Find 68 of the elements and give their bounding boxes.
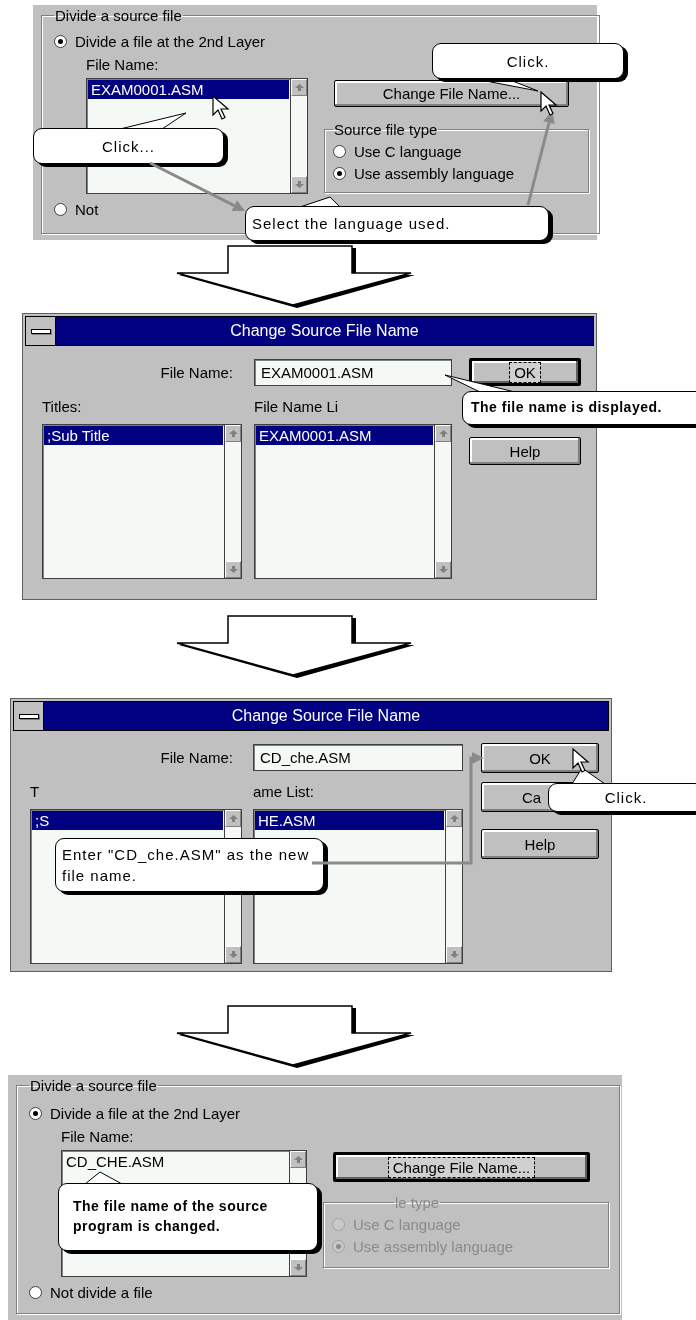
radio-button[interactable]: [29, 1106, 42, 1120]
radio-button[interactable]: [54, 34, 67, 48]
group-label: Divide a source file: [54, 7, 183, 24]
scroll-down-button[interactable]: [435, 561, 451, 578]
dialog-button[interactable]: Help: [481, 829, 599, 859]
mouse-cursor-icon: [212, 95, 230, 121]
up-arrow-icon: [294, 84, 304, 91]
scroll-up-button[interactable]: [291, 79, 307, 96]
scroll-up-button[interactable]: [225, 425, 241, 442]
scroll-up-button[interactable]: [225, 810, 241, 827]
list-item[interactable]: HE.ASM: [255, 811, 444, 830]
down-arrow-icon: [449, 951, 459, 958]
up-arrow-icon: [438, 430, 448, 437]
radio-label: Use C language: [354, 142, 462, 160]
up-arrow-icon: [293, 1156, 303, 1163]
list-item[interactable]: ;S: [32, 811, 223, 830]
group-label: Divide a source file: [29, 1077, 158, 1094]
list-item[interactable]: EXAM0001.ASM: [88, 80, 289, 99]
radio-button[interactable]: [29, 1285, 42, 1299]
scroll-up-button[interactable]: [290, 1151, 306, 1168]
mouse-cursor-icon: [540, 91, 558, 117]
list-item[interactable]: EXAM0001.ASM: [256, 426, 433, 445]
list-label: T: [30, 783, 40, 802]
dialog-button[interactable]: Help: [469, 437, 581, 465]
dash-icon: [18, 713, 39, 719]
list-label: File Name Li: [254, 398, 339, 417]
file-name-field[interactable]: CD_che.ASM: [253, 744, 463, 771]
list-label: ame List:: [253, 783, 314, 802]
change-file-name-button[interactable]: Change File Name...: [334, 80, 569, 107]
list-label: Titles:: [42, 398, 82, 417]
scroll-up-button[interactable]: [446, 810, 462, 827]
radio-label: Not divide a file: [50, 1283, 153, 1301]
down-arrow-icon: [228, 951, 238, 958]
file-name-field[interactable]: EXAM0001.ASM: [254, 359, 452, 386]
change-file-name-button[interactable]: Change File Name...: [333, 1152, 590, 1182]
group-label: Source file type: [333, 121, 439, 138]
field-label: File Name:: [160, 364, 233, 381]
list-item[interactable]: CD_CHE.ASM: [63, 1152, 288, 1171]
window-title: Change Source File Name: [230, 322, 419, 340]
window-title: Change Source File Name: [231, 707, 421, 725]
scroll-up-button[interactable]: [435, 425, 451, 442]
field-label: File Name:: [86, 56, 159, 75]
down-arrow-icon: [438, 566, 448, 573]
scroll-down-button[interactable]: [446, 946, 462, 963]
radio-button[interactable]: [333, 144, 346, 158]
field-label: File Name:: [61, 1128, 134, 1147]
radio-label: Divide a file at the 2nd Layer: [50, 1104, 241, 1122]
up-arrow-icon: [228, 815, 238, 822]
up-arrow-icon: [449, 815, 459, 822]
dialog-button[interactable]: OK: [481, 743, 599, 773]
scroll-down-button[interactable]: [291, 176, 307, 193]
mouse-cursor-icon: [572, 748, 590, 774]
field-label: File Name:: [160, 749, 233, 766]
scroll-down-button[interactable]: [225, 946, 241, 963]
down-arrow-icon: [228, 566, 238, 573]
radio-button[interactable]: [333, 166, 346, 180]
radio-label: Not: [75, 200, 99, 218]
radio-label: Use assembly language: [354, 164, 515, 182]
down-arrow-icon: [294, 181, 304, 188]
scroll-down-button[interactable]: [290, 1259, 306, 1276]
dialog-button[interactable]: OK: [469, 358, 581, 386]
radio-button[interactable]: [54, 202, 67, 216]
list-item[interactable]: ;Sub Title: [44, 426, 223, 445]
up-arrow-icon: [228, 430, 238, 437]
radio-label: Divide a file at the 2nd Layer: [75, 32, 266, 50]
down-arrow-icon: [293, 1264, 303, 1271]
dash-icon: [30, 328, 51, 334]
scroll-down-button[interactable]: [225, 561, 241, 578]
